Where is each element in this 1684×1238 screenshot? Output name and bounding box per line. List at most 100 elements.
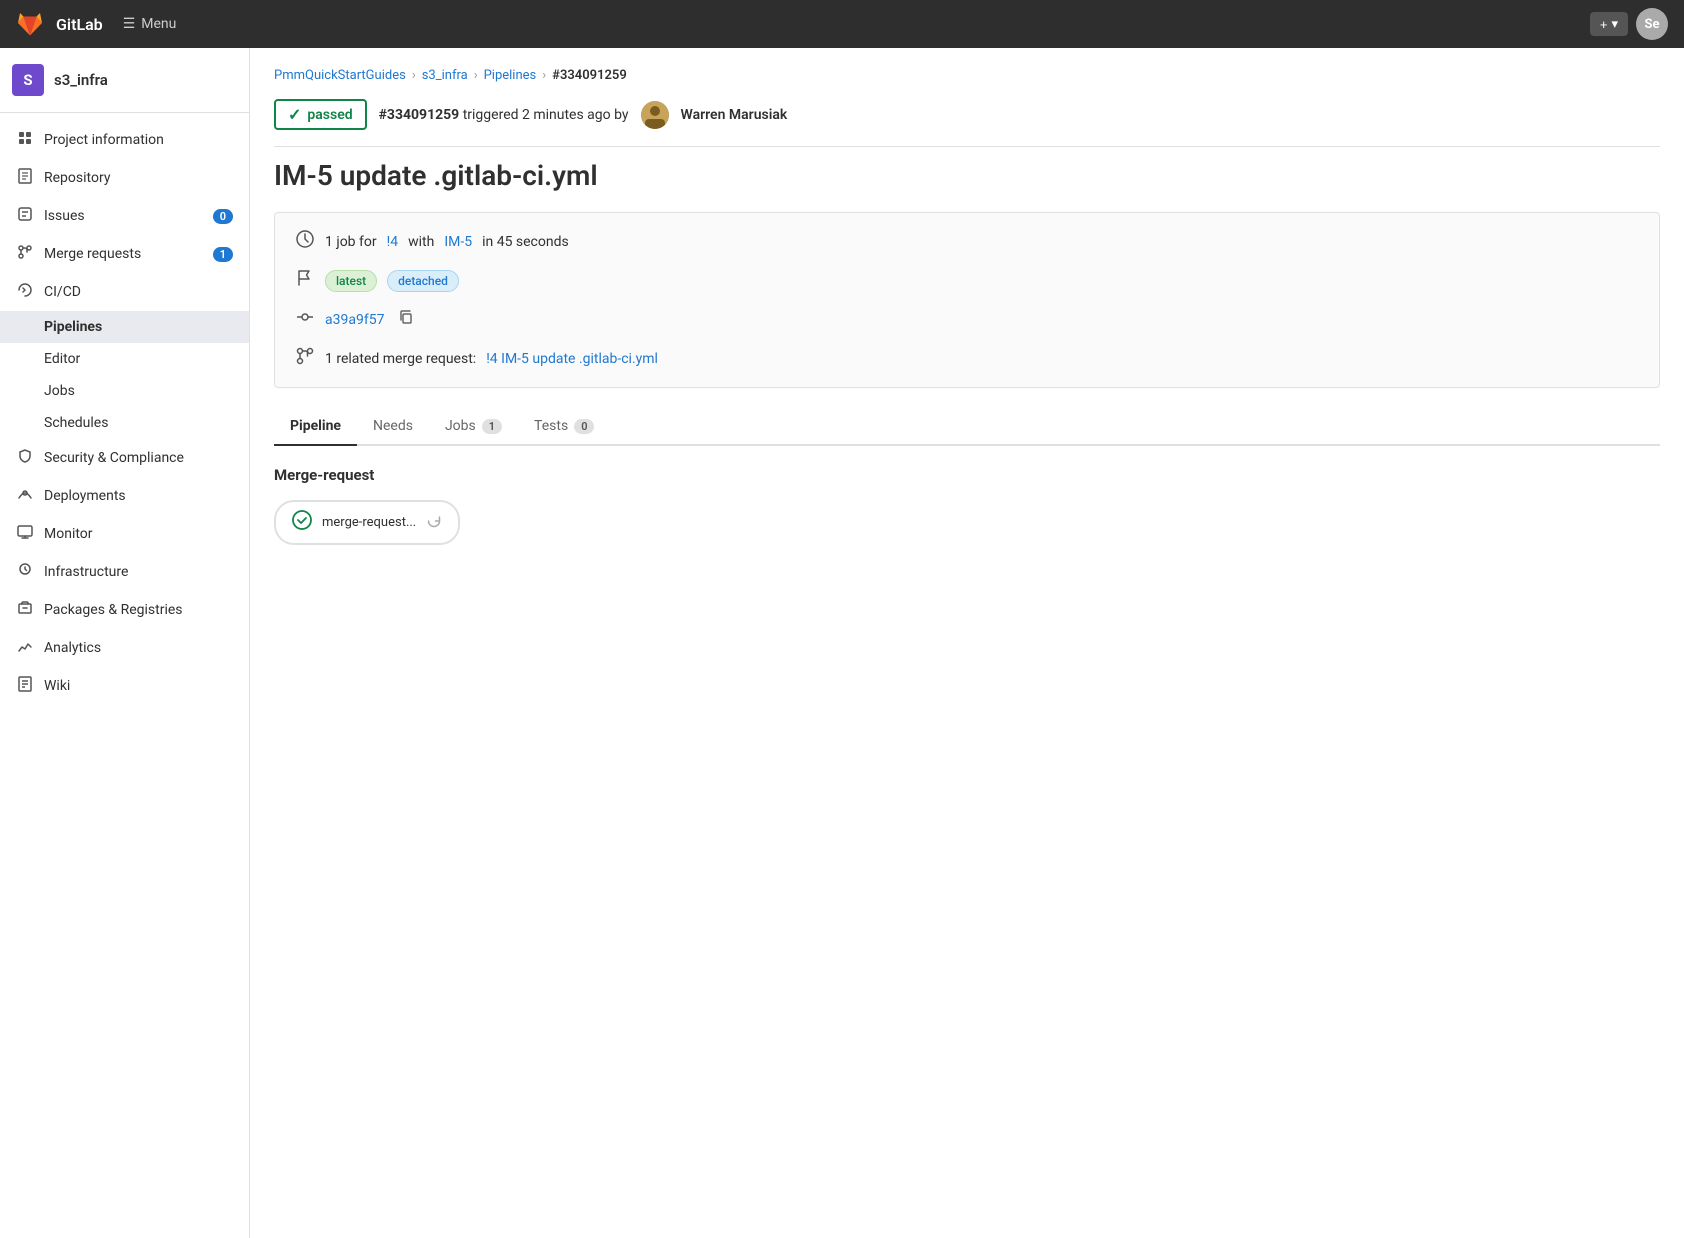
clock-icon [295,229,315,254]
merge-request-link[interactable]: !4 IM-5 update .gitlab-ci.yml [486,351,658,367]
sidebar-link-cicd[interactable]: CI/CD [0,273,249,311]
merge-request-text: 1 related merge request: [325,351,476,367]
sidebar-sub-item-jobs[interactable]: Jobs [0,375,249,407]
sidebar-item-infrastructure[interactable]: Infrastructure [0,553,249,591]
sidebar-link-project-information[interactable]: Project information [0,121,249,159]
breadcrumb-sep-2: › [474,68,478,83]
sidebar-sub-item-pipelines[interactable]: Pipelines [0,311,249,343]
repository-icon [16,168,34,188]
sidebar-label-packages-registries: Packages & Registries [44,602,183,618]
deployments-icon [16,486,34,506]
tab-pipeline[interactable]: Pipeline [274,408,357,446]
sidebar-link-issues[interactable]: Issues 0 [0,197,249,235]
sidebar-sub-item-editor[interactable]: Editor [0,343,249,375]
breadcrumb-pmm[interactable]: PmmQuickStartGuides [274,68,406,83]
pipeline-status-header: ✓ passed #334091259 triggered 2 minutes … [274,99,1660,130]
tab-jobs-label: Jobs [445,418,476,434]
menu-button[interactable]: ☰ Menu [123,16,177,32]
sidebar: S s3_infra Project information Repos [0,48,250,1238]
sidebar-link-merge-requests[interactable]: Merge requests 1 [0,235,249,273]
cicd-icon [16,282,34,302]
pipeline-job-node[interactable]: merge-request... [274,500,460,545]
pipeline-job-name: merge-request... [322,515,416,530]
tag-latest: latest [325,270,377,292]
passed-check-icon: ✓ [288,105,301,124]
sidebar-item-deployments[interactable]: Deployments [0,477,249,515]
breadcrumb-s3infra[interactable]: s3_infra [422,68,468,83]
commit-hash-link[interactable]: a39a9f57 [325,312,384,328]
project-avatar: S [12,64,44,96]
sidebar-item-repository[interactable]: Repository [0,159,249,197]
tab-tests-label: Tests [534,418,568,434]
new-button[interactable]: + ▾ [1590,12,1628,36]
job-duration-text: in 45 seconds [482,234,569,250]
issues-icon [16,206,34,226]
sidebar-item-analytics[interactable]: Analytics [0,629,249,667]
sidebar-item-wiki[interactable]: Wiki [0,667,249,705]
tab-tests[interactable]: Tests 0 [518,408,610,446]
sidebar-link-repository[interactable]: Repository [0,159,249,197]
tag-detached: detached [387,270,459,292]
pipeline-section-title: Merge-request [274,466,1660,484]
analytics-icon [16,638,34,658]
merge-requests-badge: 1 [213,247,233,262]
job-branch-link[interactable]: IM-5 [444,234,472,250]
tab-needs-label: Needs [373,418,413,434]
header-divider [274,146,1660,147]
merge-requests-icon [16,244,34,264]
job-ref-link[interactable]: !4 [387,234,398,250]
job-count-text: 1 job for [325,234,377,250]
sidebar-item-issues[interactable]: Issues 0 [0,197,249,235]
sidebar-link-wiki[interactable]: Wiki [0,667,249,705]
hamburger-icon: ☰ [123,16,136,32]
tab-needs[interactable]: Needs [357,408,429,446]
pipeline-tabs: Pipeline Needs Jobs 1 Tests 0 [274,408,1660,446]
project-header[interactable]: S s3_infra [0,48,249,113]
pipeline-tab-content: Merge-request merge-request... [274,466,1660,545]
tab-jobs[interactable]: Jobs 1 [429,408,518,446]
merge-request-icon [295,346,315,371]
breadcrumb-current: #334091259 [552,68,627,83]
sidebar-item-security-compliance[interactable]: Security & Compliance [0,439,249,477]
pipeline-status-label: passed [307,107,352,123]
issues-badge: 0 [213,209,233,224]
sidebar-item-project-information[interactable]: Project information [0,121,249,159]
sidebar-nav: Project information Repository Issues [0,113,249,713]
tab-pipeline-label: Pipeline [290,418,341,434]
sidebar-item-merge-requests[interactable]: Merge requests 1 [0,235,249,273]
sidebar-label-security-compliance: Security & Compliance [44,450,184,466]
tab-tests-count: 0 [574,419,594,434]
sidebar-item-packages-registries[interactable]: Packages & Registries [0,591,249,629]
flag-icon [295,268,315,293]
security-compliance-icon [16,448,34,468]
sidebar-label-infrastructure: Infrastructure [44,564,128,580]
pipeline-trigger-info: #334091259 triggered 2 minutes ago by [379,107,629,123]
tags-row: latest detached [295,268,1639,293]
sidebar-link-security-compliance[interactable]: Security & Compliance [0,439,249,477]
sidebar-link-packages-registries[interactable]: Packages & Registries [0,591,249,629]
sidebar-link-monitor[interactable]: Monitor [0,515,249,553]
project-name: s3_infra [54,71,108,89]
breadcrumb-pipelines[interactable]: Pipelines [484,68,537,83]
monitor-icon [16,524,34,544]
sidebar-sub-item-schedules[interactable]: Schedules [0,407,249,439]
sidebar-item-monitor[interactable]: Monitor [0,515,249,553]
job-success-icon [292,510,312,535]
cicd-submenu: Pipelines Editor Jobs Schedules [0,311,249,439]
user-avatar-small [641,101,669,129]
sidebar-label-repository: Repository [44,170,110,186]
commit-icon [295,307,315,332]
merge-request-row: 1 related merge request: !4 IM-5 update … [295,346,1639,371]
sidebar-link-analytics[interactable]: Analytics [0,629,249,667]
sidebar-link-infrastructure[interactable]: Infrastructure [0,553,249,591]
sidebar-label-project-information: Project information [44,132,164,148]
sidebar-item-cicd[interactable]: CI/CD Pipelines Editor Jobs Schedules [0,273,249,439]
sidebar-link-deployments[interactable]: Deployments [0,477,249,515]
breadcrumb-sep-1: › [412,68,416,83]
sidebar-label-merge-requests: Merge requests [44,246,141,262]
user-avatar[interactable]: Se [1636,8,1668,40]
top-navigation: GitLab ☰ Menu + ▾ Se [0,0,1684,48]
topnav-right: + ▾ Se [1590,8,1668,40]
refresh-icon[interactable] [426,513,442,533]
copy-commit-button[interactable] [398,309,414,330]
